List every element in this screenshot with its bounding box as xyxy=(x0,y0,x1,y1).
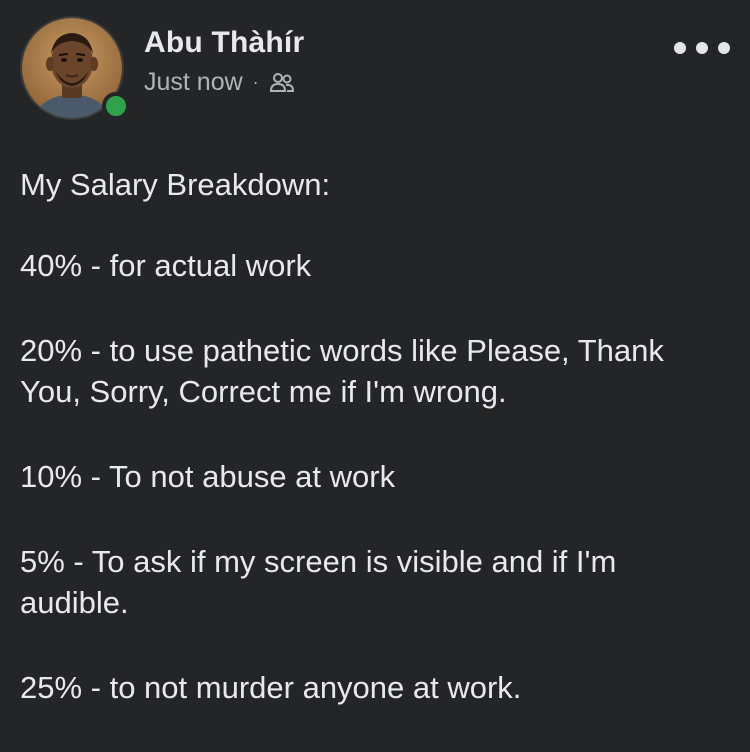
post-line: 25% - to not murder anyone at work. xyxy=(20,670,522,705)
friends-icon[interactable] xyxy=(269,71,295,95)
post-card: Abu Thàhír Just now · My Salary Breakdow… xyxy=(0,0,750,726)
post-header: Abu Thàhír Just now · xyxy=(20,16,730,126)
post-meta: Just now · xyxy=(144,68,295,97)
post-line: My Salary Breakdown: xyxy=(20,167,331,202)
more-dot xyxy=(718,42,730,54)
online-status-indicator xyxy=(102,92,130,120)
more-options-icon[interactable] xyxy=(674,38,730,58)
more-dot xyxy=(696,42,708,54)
author-name[interactable]: Abu Thàhír xyxy=(144,26,304,60)
post-line: 10% - To not abuse at work xyxy=(20,459,396,494)
post-line: 40% - for actual work xyxy=(20,248,312,283)
post-content: My Salary Breakdown: 40% - for actual wo… xyxy=(20,164,726,752)
post-timestamp[interactable]: Just now xyxy=(144,68,243,97)
post-line: 20% - to use pathetic words like Please,… xyxy=(20,333,664,409)
meta-separator: · xyxy=(252,72,259,92)
post-line: 5% - To ask if my screen is visible and … xyxy=(20,544,617,620)
more-dot xyxy=(674,42,686,54)
author-avatar-container[interactable] xyxy=(20,16,130,124)
